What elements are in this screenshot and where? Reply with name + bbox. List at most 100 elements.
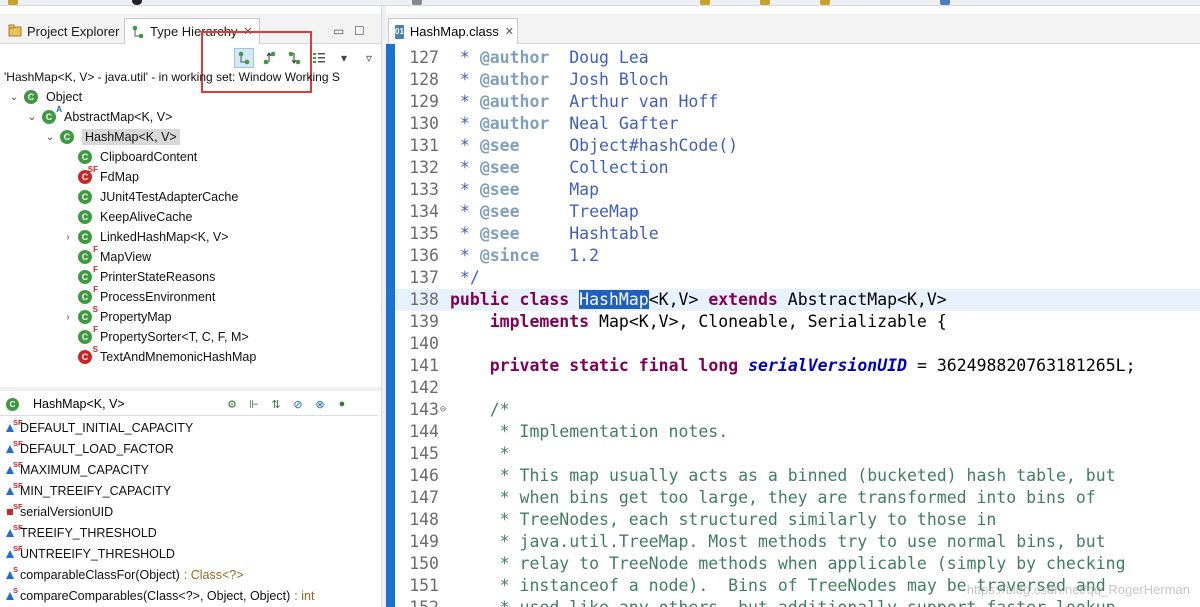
code-line[interactable]: 138 public class HashMap<K,V> extends Abs… bbox=[395, 289, 1200, 311]
code-line[interactable]: 152 * used like any others, but addition… bbox=[395, 597, 1200, 607]
static-class-icon: CS bbox=[78, 305, 98, 324]
chevron-down-icon[interactable]: ⌄ bbox=[26, 112, 38, 123]
hide-static-members-icon[interactable]: ⊗ bbox=[311, 396, 329, 412]
code-area[interactable]: 127 * @author Doug Lea 128 * @author Josh… bbox=[386, 44, 1200, 607]
chevron-right-icon[interactable]: › bbox=[62, 312, 74, 323]
show-inherited-members-icon[interactable]: ⊩ bbox=[245, 396, 263, 412]
tree-item-textandmnemonichashmap[interactable]: CS TextAndMnemonicHashMap bbox=[62, 345, 256, 367]
list-item[interactable]: SF TREEIFY_THRESHOLD bbox=[6, 522, 157, 543]
line-number: 130 bbox=[409, 114, 439, 133]
code-line[interactable]: 147 * when bins get too large, they are … bbox=[395, 487, 1200, 509]
code-line[interactable]: 142 bbox=[395, 377, 1200, 399]
code-line[interactable]: 136 * @since 1.2 bbox=[395, 245, 1200, 267]
list-item[interactable]: SF DEFAULT_INITIAL_CAPACITY bbox=[6, 417, 193, 438]
close-icon[interactable]: ✕ bbox=[243, 25, 252, 38]
tree-item-processenvironment[interactable]: CF ProcessEnvironment bbox=[62, 285, 215, 307]
code-text: * when bins get too large, they are tran… bbox=[450, 488, 1096, 507]
chevron-down-icon[interactable]: ⌄ bbox=[8, 92, 20, 103]
code-line[interactable]: 149 * java.util.TreeMap. Most methods tr… bbox=[395, 531, 1200, 553]
code-text: /* bbox=[450, 400, 510, 419]
code-line[interactable]: 127 * @author Doug Lea bbox=[395, 47, 1200, 69]
tree-item-abstractmap[interactable]: ⌄ CA AbstractMap<K, V> bbox=[26, 105, 173, 127]
tree-item-object[interactable]: ⌄ C Object bbox=[8, 87, 82, 107]
code-text: * @see Collection bbox=[450, 158, 669, 177]
method-icon: S bbox=[6, 586, 18, 601]
show-subtype-hierarchy-icon[interactable] bbox=[284, 48, 304, 68]
view-menu-icon[interactable]: ▿ bbox=[359, 48, 379, 68]
fold-toggle-icon[interactable]: ⊖ bbox=[440, 399, 446, 421]
tree-item-mapview[interactable]: CF MapView bbox=[62, 245, 151, 267]
tree-item-label: AbstractMap<K, V> bbox=[64, 110, 173, 124]
line-number: 139 bbox=[409, 312, 439, 331]
line-number: 149 bbox=[409, 532, 439, 551]
code-line[interactable]: 129 * @author Arthur van Hoff bbox=[395, 91, 1200, 113]
tree-item-keepalivecache[interactable]: C KeepAliveCache bbox=[62, 207, 192, 227]
list-item[interactable]: SF MAXIMUM_CAPACITY bbox=[6, 459, 149, 480]
code-text: * This map usually acts as a binned (buc… bbox=[450, 466, 1116, 485]
line-number: 147 bbox=[409, 488, 439, 507]
pane-splitter[interactable] bbox=[0, 387, 381, 391]
code-line[interactable]: 146 * This map usually acts as a binned … bbox=[395, 465, 1200, 487]
editor-tab-bar: 01 HashMap.class ✕ bbox=[386, 14, 1200, 44]
tree-item-label: FdMap bbox=[100, 170, 139, 184]
tree-item-printerstatereasons[interactable]: CF PrinterStateReasons bbox=[62, 265, 215, 287]
minimize-icon[interactable]: ▭ bbox=[333, 24, 344, 38]
list-item[interactable]: S comparableClassFor(Object) : Class<?> bbox=[6, 564, 244, 585]
code-line[interactable]: 148 * TreeNodes, each structured similar… bbox=[395, 509, 1200, 531]
code-line[interactable]: 140 bbox=[395, 333, 1200, 355]
code-line[interactable]: 145 * bbox=[395, 443, 1200, 465]
code-line[interactable]: 134 * @see TreeMap bbox=[395, 201, 1200, 223]
tree-item-clipboardcontent[interactable]: C ClipboardContent bbox=[62, 147, 197, 167]
member-name: UNTREEIFY_THRESHOLD bbox=[20, 546, 175, 561]
line-number: 146 bbox=[409, 466, 439, 485]
code-line[interactable]: 137 */ bbox=[395, 267, 1200, 289]
tab-project-explorer[interactable]: Project Explorer bbox=[2, 18, 122, 44]
code-line[interactable]: 128 * @author Josh Bloch bbox=[395, 69, 1200, 91]
sort-by-defining-type-icon[interactable]: ⇅ bbox=[267, 396, 285, 412]
code-line[interactable]: 131 * @see Object#hashCode() bbox=[395, 135, 1200, 157]
tab-type-hierarchy[interactable]: Type Hierarchy ✕ bbox=[124, 18, 260, 44]
tree-item-linkedhashmap[interactable]: › C LinkedHashMap<K, V> bbox=[62, 227, 229, 247]
member-name: serialVersionUID bbox=[20, 504, 114, 519]
chevron-right-icon[interactable]: › bbox=[62, 232, 74, 243]
tab-hashmap-class[interactable]: 01 HashMap.class ✕ bbox=[388, 18, 518, 44]
history-dropdown-icon[interactable]: ▾ bbox=[334, 48, 354, 68]
tab-type-hierarchy-label: Type Hierarchy bbox=[150, 24, 238, 39]
maximize-icon[interactable]: ☐ bbox=[354, 24, 365, 38]
list-item[interactable]: S compareComparables(Class<?>, Object, O… bbox=[6, 585, 314, 606]
code-line[interactable]: 130 * @author Neal Gafter bbox=[395, 113, 1200, 135]
tree-item-hashmap[interactable]: ⌄ C HashMap<K, V> bbox=[44, 127, 180, 147]
code-line[interactable]: 141 private static final long serialVers… bbox=[395, 355, 1200, 377]
member-list-title: C HashMap<K, V> bbox=[6, 397, 125, 411]
close-icon[interactable]: ✕ bbox=[505, 25, 514, 38]
hide-non-public-members-icon[interactable]: ● bbox=[333, 396, 351, 412]
list-item[interactable]: SF serialVersionUID bbox=[6, 501, 113, 522]
lock-view-icon[interactable]: ⚙ bbox=[223, 396, 241, 412]
code-line[interactable]: 139 implements Map<K,V>, Cloneable, Seri… bbox=[395, 311, 1200, 333]
code-line[interactable]: 150 * relay to TreeNode methods when app… bbox=[395, 553, 1200, 575]
chevron-down-icon[interactable]: ⌄ bbox=[44, 132, 56, 143]
history-list-icon[interactable] bbox=[309, 48, 329, 68]
tree-item-propertymap[interactable]: › CS PropertyMap bbox=[62, 305, 172, 327]
code-line[interactable]: 143 ⊖ /* bbox=[395, 399, 1200, 421]
code-line[interactable]: 144 * Implementation notes. bbox=[395, 421, 1200, 443]
show-type-hierarchy-icon[interactable] bbox=[234, 48, 254, 68]
line-number: 135 bbox=[409, 224, 439, 243]
hide-fields-icon[interactable]: ⊘ bbox=[289, 396, 307, 412]
code-text: * @see Object#hashCode() bbox=[450, 136, 739, 155]
list-item[interactable]: SF DEFAULT_LOAD_FACTOR bbox=[6, 438, 174, 459]
code-line[interactable]: 133 * @see Map bbox=[395, 179, 1200, 201]
member-name: compareComparables(Class<?>, Object, Obj… bbox=[20, 588, 291, 603]
list-item[interactable]: SF MIN_TREEIFY_CAPACITY bbox=[6, 480, 171, 501]
tree-item-label: LinkedHashMap<K, V> bbox=[100, 230, 229, 244]
tree-item-label: HashMap<K, V> bbox=[82, 129, 180, 145]
line-number: 128 bbox=[409, 70, 439, 89]
tree-item-propertysorter[interactable]: CF PropertySorter<T, C, F, M> bbox=[62, 325, 249, 347]
list-item[interactable]: SF UNTREEIFY_THRESHOLD bbox=[6, 543, 175, 564]
hierarchy-breadcrumb: 'HashMap<K, V> - java.util' - in working… bbox=[4, 70, 340, 84]
code-line[interactable]: 132 * @see Collection bbox=[395, 157, 1200, 179]
tree-item-fdmap[interactable]: C SF FdMap bbox=[62, 165, 139, 187]
tree-item-junit4testadaptercache[interactable]: C JUnit4TestAdapterCache bbox=[62, 187, 238, 207]
code-line[interactable]: 135 * @see Hashtable bbox=[395, 223, 1200, 245]
show-supertype-hierarchy-icon[interactable] bbox=[259, 48, 279, 68]
